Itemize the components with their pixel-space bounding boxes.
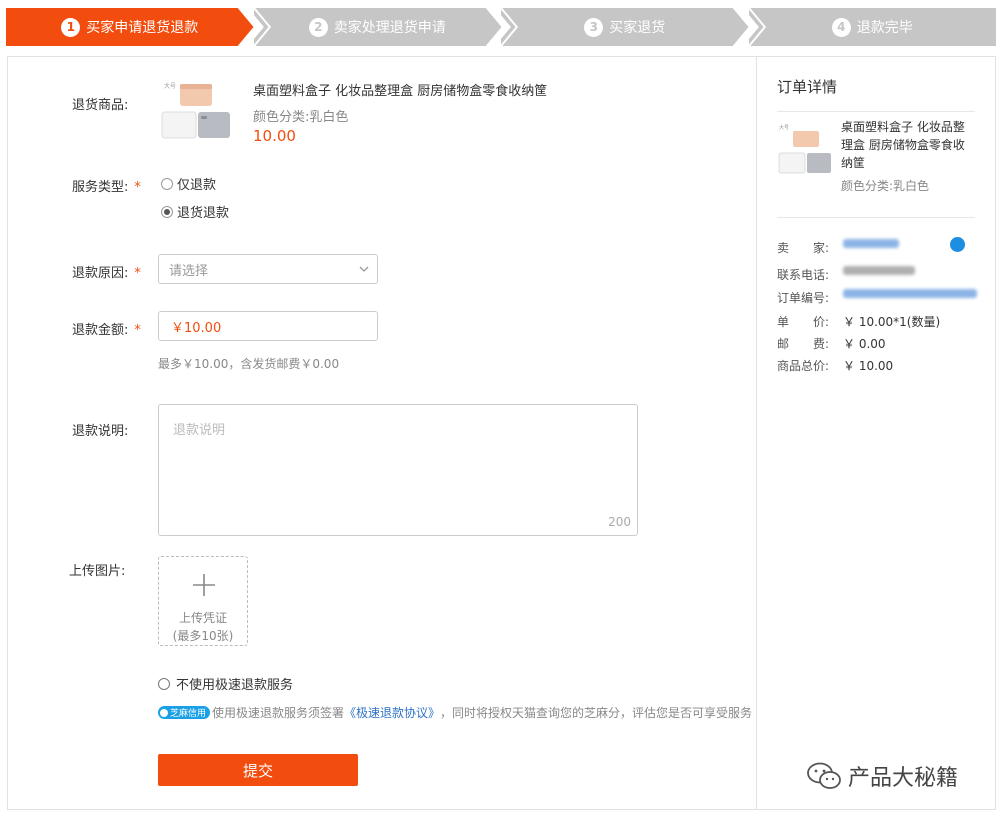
required-mark: * [134,180,141,195]
step-number: 4 [831,17,851,37]
radio-checked-icon[interactable] [161,205,173,218]
order-details-title: 订单详情 [777,78,838,96]
order-goods-title[interactable]: 桌面塑料盒子 化妆品整理盒 厨房储物盒零食收纳筐 [841,118,971,172]
info-key: 卖 家: [777,241,830,255]
required-mark: * [134,323,141,338]
divider [777,217,975,218]
fast-refund-label: 不使用极速退款服务 [176,678,294,693]
chevron-down-icon [359,266,369,272]
step-buyer-return: 3 买家退货 [501,8,749,46]
plus-icon [193,574,215,596]
service-type-text: 服务类型: [72,180,129,195]
unit-price-row: 单 价: ￥ 10.00*1(数量) [777,313,940,330]
watermark-text: 产品大秘籍 [848,766,959,791]
svg-text:大号: 大号 [779,124,789,131]
refund-amount-input[interactable]: ￥10.00 [158,311,378,341]
step-label: 买家申请退货退款 [86,20,199,36]
amount-text: 退款金额: [72,323,129,338]
upload-button[interactable]: 上传凭证 (最多10张) [158,556,248,646]
phone-blurred [843,266,915,275]
info-value: ￥ 10.00 [843,359,894,373]
upload-text: 上传凭证 [178,611,227,625]
svg-text:大号: 大号 [164,82,176,90]
upload-label: 上传图片: [69,564,126,579]
reason-label: 退款原因: * [72,262,141,281]
radio-refund-only[interactable]: 仅退款 [161,174,216,193]
info-key: 联系电话: [777,268,830,282]
char-count: 200 [608,515,631,529]
info-value: ￥ 0.00 [843,337,886,351]
description-textarea[interactable]: 退款说明 200 [158,404,638,536]
reason-select[interactable]: 请选择 [158,254,378,284]
phone-row: 联系电话: [777,266,915,283]
description-label: 退款说明: [72,424,129,439]
info-value: ￥ 10.00*1(数量) [843,315,941,329]
step-refund-done: 4 退款完毕 [748,8,996,46]
required-mark: * [134,266,141,281]
progress-steps: 1 买家申请退货退款 2 卖家处理退货申请 3 买家退货 4 退款完毕 [6,8,996,46]
agreement-link[interactable]: 《极速退款协议》 [344,704,440,721]
step-number: 2 [308,17,328,37]
goods-price: 10.00 [253,127,296,145]
order-goods-spec: 颜色分类:乳白色 [841,179,930,193]
step-label: 退款完毕 [856,20,913,36]
goods-label: 退货商品: [72,98,129,113]
info-key: 单 价: [777,315,830,329]
chat-icon[interactable] [950,237,965,252]
agreement-note: 芝麻信用 使用极速退款服务须签署 《极速退款协议》 ，同时将授权天猫查询您的芝麻… [158,704,752,721]
goods-title[interactable]: 桌面塑料盒子 化妆品整理盒 厨房储物盒零食收纳筐 [253,80,547,99]
order-number-blurred[interactable] [843,289,977,298]
upload-limit: (最多10张) [172,629,234,643]
step-seller-process: 2 卖家处理退货申请 [253,8,501,46]
step-label: 卖家处理退货申请 [333,20,446,36]
goods-thumbnail: 大号 [158,78,234,150]
total-row: 商品总价: ￥ 10.00 [777,357,893,374]
order-number-row: 订单编号: [777,289,977,306]
radio-label: 仅退款 [177,178,217,193]
fast-refund-option[interactable]: 不使用极速退款服务 [158,674,293,693]
radio-label: 退货退款 [177,206,230,221]
zhima-credit-badge: 芝麻信用 [158,706,211,719]
refund-amount-value: ￥10.00 [171,320,222,336]
step-number: 3 [584,17,604,37]
step-label: 买家退货 [609,20,666,36]
info-key: 邮 费: [777,337,830,351]
order-details-panel: 订单详情 大号 桌面塑料盒子 化妆品整理盒 厨房储物盒零食收纳筐 颜色分类:乳白… [756,56,996,810]
order-goods-thumbnail: 大号 [777,119,833,183]
agreement-suffix: ，同时将授权天猫查询您的芝麻分，评估您是否可享受服务 [440,706,753,720]
shipping-row: 邮 费: ￥ 0.00 [777,335,886,352]
watermark: 产品大秘籍 [806,760,958,792]
seller-row: 卖 家: [777,239,899,256]
reason-text: 退款原因: [72,266,129,281]
radio-return-refund[interactable]: 退货退款 [161,202,229,221]
agreement-prefix: 使用极速退款服务须签署 [212,706,345,720]
description-placeholder: 退款说明 [173,423,226,438]
submit-button[interactable]: 提交 [158,754,358,786]
radio-circle-icon[interactable] [161,177,173,190]
step-number: 1 [61,17,81,37]
amount-label: 退款金额: * [72,319,141,338]
service-type-label: 服务类型: * [72,176,141,195]
zhima-badge-text: 芝麻信用 [170,709,207,719]
step-apply: 1 买家申请退货退款 [6,8,254,46]
goods-spec: 颜色分类:乳白色 [253,110,349,125]
info-key: 商品总价: [777,359,830,373]
wechat-icon [807,762,841,789]
divider [777,111,975,112]
reason-placeholder: 请选择 [169,263,209,279]
seller-name-blurred[interactable] [843,239,899,248]
radio-circle-icon[interactable] [158,677,170,690]
info-key: 订单编号: [777,291,830,305]
amount-hint: 最多￥10.00，含发货邮费￥0.00 [158,357,340,371]
zhima-icon [160,708,168,717]
